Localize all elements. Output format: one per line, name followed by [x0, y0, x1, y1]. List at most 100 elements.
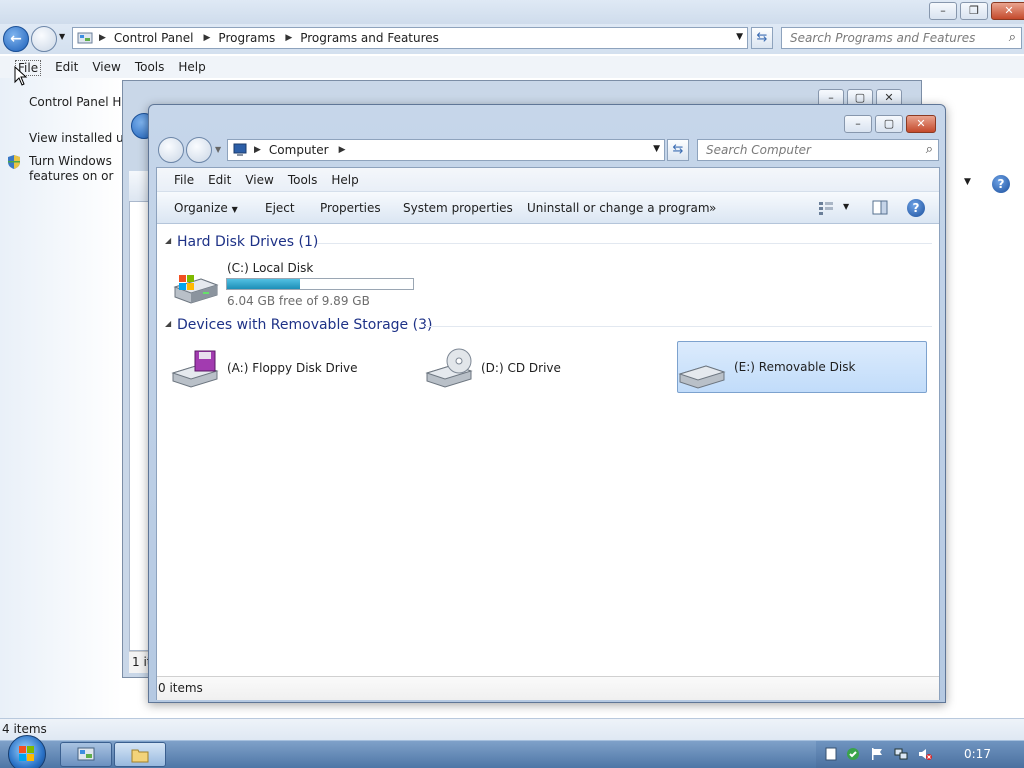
- drive-e-removable[interactable]: (E:) Removable Disk: [677, 341, 927, 393]
- clock[interactable]: 0:17: [964, 747, 991, 761]
- computer-window: – ▢ ✕ ▼ ▶ Computer ▶ ▼ ⇆ Search Computer…: [148, 104, 946, 703]
- group-divider: [317, 243, 932, 244]
- refresh-button[interactable]: ⇆: [751, 27, 773, 49]
- search-input[interactable]: Search Computer ⌕: [697, 139, 939, 161]
- system-properties-button[interactable]: System properties: [403, 201, 513, 215]
- menu-tools[interactable]: Tools: [135, 60, 165, 76]
- address-bar[interactable]: ▶ Control Panel ▶ Programs ▶ Programs an…: [72, 27, 748, 49]
- notification-document-icon[interactable]: [824, 747, 838, 761]
- minimize-button[interactable]: –: [844, 115, 872, 133]
- system-tray: [816, 741, 1024, 768]
- security-shield-icon[interactable]: [846, 747, 860, 761]
- organize-button[interactable]: Organize ▼: [174, 201, 238, 215]
- caption-buttons: – ▢ ✕: [841, 115, 936, 133]
- properties-button[interactable]: Properties: [320, 201, 381, 215]
- view-dropdown-icon[interactable]: ▼: [843, 202, 849, 211]
- change-view-icon[interactable]: [818, 201, 834, 215]
- close-icon: ✕: [1004, 4, 1014, 17]
- back-button[interactable]: ←: [3, 26, 29, 52]
- recent-pages-chevron-icon[interactable]: ▼: [215, 145, 221, 154]
- control-panel-icon: [77, 747, 95, 761]
- breadcrumb-separator-icon: ▶: [254, 145, 261, 155]
- recent-pages-chevron-icon[interactable]: ▼: [59, 32, 65, 41]
- view-dropdown-icon[interactable]: ▼: [964, 177, 971, 187]
- organize-dropdown-icon: ▼: [231, 205, 238, 214]
- group-header-hard-disk-drives[interactable]: Hard Disk Drives (1): [177, 234, 318, 250]
- menu-edit[interactable]: Edit: [55, 60, 78, 76]
- menu-help[interactable]: Help: [178, 60, 205, 76]
- taskbar: 0:17: [0, 735, 1024, 768]
- drive-a-floppy[interactable]: (A:) Floppy Disk Drive: [171, 343, 421, 393]
- minimize-icon: –: [855, 117, 861, 130]
- breadcrumb-computer[interactable]: Computer: [269, 143, 329, 157]
- floppy-drive-icon: [171, 350, 219, 388]
- search-input[interactable]: Search Programs and Features ⌕: [781, 27, 1022, 49]
- action-center-flag-icon[interactable]: [870, 747, 884, 761]
- help-icon[interactable]: ?: [907, 199, 925, 217]
- uninstall-program-button[interactable]: Uninstall or change a program: [527, 201, 710, 215]
- collapse-group-icon[interactable]: ◢: [165, 319, 171, 328]
- more-commands-button[interactable]: »: [709, 201, 716, 215]
- menu-edit[interactable]: Edit: [208, 173, 231, 187]
- cd-drive-icon: [425, 348, 473, 388]
- taskbar-explorer[interactable]: [114, 742, 166, 767]
- menu-tools[interactable]: Tools: [288, 173, 318, 187]
- drive-name: (A:) Floppy Disk Drive: [227, 361, 358, 375]
- search-placeholder: Search Programs and Features: [790, 31, 976, 45]
- taskbar-control-panel[interactable]: [60, 742, 112, 767]
- breadcrumb-programs[interactable]: Programs: [218, 31, 275, 45]
- maximize-icon: ▢: [883, 117, 895, 130]
- maximize-button[interactable]: ▢: [875, 115, 903, 133]
- folder-icon: [131, 749, 149, 763]
- control-panel-home-link[interactable]: Control Panel Home: [29, 95, 122, 109]
- close-button[interactable]: ✕: [991, 2, 1024, 20]
- search-icon: ⌕: [1008, 30, 1016, 45]
- control-panel-icon: [77, 32, 93, 44]
- group-header-removable-storage[interactable]: Devices with Removable Storage (3): [177, 317, 432, 333]
- view-installed-updates-link[interactable]: View installed updates: [29, 131, 122, 145]
- breadcrumb-programs-and-features[interactable]: Programs and Features: [300, 31, 439, 45]
- menu-bar: File Edit View Tools Help: [0, 56, 1024, 78]
- close-button[interactable]: ✕: [906, 115, 936, 133]
- minimize-icon: –: [940, 4, 946, 17]
- forward-button[interactable]: [31, 26, 57, 52]
- help-icon[interactable]: ?: [992, 175, 1010, 193]
- windows-drive-icon: [173, 275, 219, 304]
- drives-pane: ◢ Hard Disk Drives (1) (C:) Local Disk 6…: [157, 225, 939, 675]
- breadcrumb-separator-icon: ▶: [338, 145, 346, 155]
- menu-view[interactable]: View: [245, 173, 273, 187]
- eject-button[interactable]: Eject: [265, 201, 295, 215]
- start-button[interactable]: [8, 735, 46, 768]
- forward-button[interactable]: [186, 137, 212, 163]
- restore-button[interactable]: ❐: [960, 2, 988, 20]
- menu-help[interactable]: Help: [331, 173, 358, 187]
- address-dropdown-icon[interactable]: ▼: [736, 32, 743, 42]
- drive-d-cd[interactable]: (D:) CD Drive: [425, 343, 675, 393]
- address-bar[interactable]: ▶ Computer ▶ ▼: [227, 139, 665, 161]
- navigation-bar: ← ▼ ▶ Control Panel ▶ Programs ▶ Program…: [0, 24, 1024, 54]
- tasks-pane: Control Panel Home View installed update…: [0, 78, 122, 718]
- windows-logo-icon: [19, 746, 34, 761]
- drive-c-local-disk[interactable]: (C:) Local Disk 6.04 GB free of 9.89 GB: [171, 255, 433, 317]
- breadcrumb-control-panel[interactable]: Control Panel: [114, 31, 194, 45]
- refresh-button[interactable]: ⇆: [667, 139, 689, 161]
- organize-label: Organize: [174, 201, 228, 215]
- caption-buttons: – ❐ ✕: [926, 2, 1024, 20]
- turn-windows-features-link[interactable]: Turn Windows features on or off: [29, 154, 122, 184]
- collapse-group-icon[interactable]: ◢: [165, 236, 171, 245]
- menu-file[interactable]: File: [174, 173, 194, 187]
- mouse-cursor-icon: [14, 66, 28, 86]
- drive-name: (E:) Removable Disk: [734, 360, 856, 374]
- preview-pane-icon[interactable]: [872, 200, 888, 215]
- network-icon[interactable]: [894, 747, 908, 761]
- minimize-button[interactable]: –: [929, 2, 957, 20]
- back-button[interactable]: [158, 137, 184, 163]
- breadcrumb-separator-icon: ▶: [99, 33, 106, 43]
- drive-name: (C:) Local Disk: [227, 261, 314, 275]
- refresh-icon: ⇆: [672, 142, 684, 157]
- menu-view[interactable]: View: [92, 60, 120, 76]
- item-count: 4 items: [2, 722, 47, 736]
- volume-muted-icon[interactable]: [918, 747, 932, 761]
- item-count: 0 items: [158, 681, 203, 695]
- address-dropdown-icon[interactable]: ▼: [653, 144, 660, 154]
